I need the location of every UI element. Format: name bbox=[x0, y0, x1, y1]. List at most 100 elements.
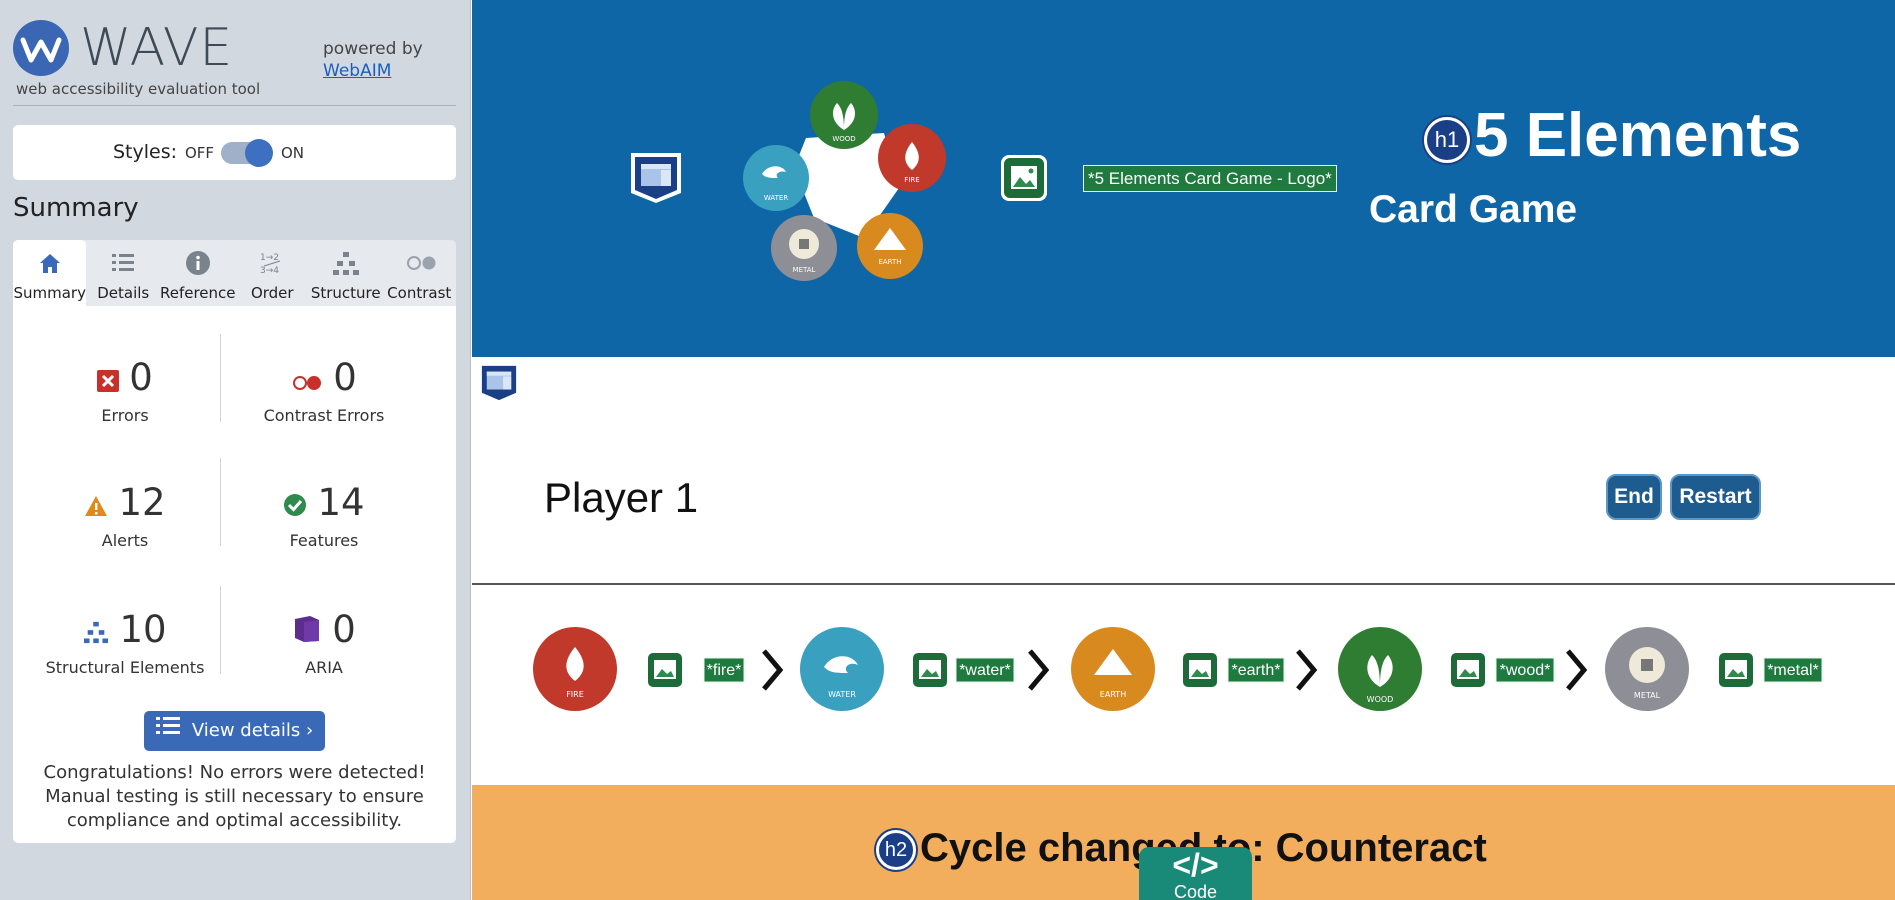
divider bbox=[13, 105, 456, 106]
wood-label: WOOD bbox=[832, 135, 855, 143]
powered-by-label: powered by bbox=[323, 39, 423, 59]
stat-features[interactable]: 14 Features bbox=[224, 481, 424, 550]
svg-text:3→4: 3→4 bbox=[260, 266, 279, 276]
fire-label: FIRE bbox=[566, 690, 584, 699]
fire-label: FIRE bbox=[904, 176, 919, 184]
wave-tagline: web accessibility evaluation tool bbox=[16, 80, 261, 98]
view-details-button[interactable]: View details › bbox=[144, 711, 325, 751]
page-title-text: 5 Elements bbox=[1474, 101, 1802, 170]
metal-alt-text: *metal* bbox=[1767, 662, 1819, 679]
wave-tabs: Summary Details Reference 1→2 3→4 Order S… bbox=[13, 240, 456, 306]
structural-count: 10 bbox=[119, 608, 167, 651]
contrast-errors-count: 0 bbox=[333, 356, 357, 399]
region-icon[interactable] bbox=[477, 360, 521, 406]
fire-alt-text: *fire* bbox=[707, 662, 742, 679]
h2-badge-icon[interactable]: h2 bbox=[876, 830, 916, 871]
aria-count: 0 bbox=[332, 608, 356, 651]
tab-label: Summary bbox=[13, 284, 86, 302]
divider bbox=[220, 586, 221, 674]
five-elements-logo: WOOD FIRE EARTH METAL WATER bbox=[743, 81, 946, 281]
features-label: Features bbox=[289, 530, 359, 550]
stat-structural[interactable]: 10 Structural Elements bbox=[25, 608, 225, 677]
cycle-item: WATER *water* bbox=[800, 627, 1050, 711]
list-icon bbox=[109, 250, 137, 276]
errors-label: Errors bbox=[101, 405, 149, 425]
styles-toggle-box: Styles: OFF ON bbox=[13, 125, 456, 180]
wood-label: WOOD bbox=[1367, 695, 1394, 704]
player-name: Player 1 bbox=[544, 474, 699, 521]
tab-summary[interactable]: Summary bbox=[13, 240, 87, 306]
earth-label: EARTH bbox=[1100, 690, 1126, 699]
aria-label: ARIA bbox=[305, 657, 343, 677]
stat-aria[interactable]: 0 ARIA bbox=[224, 608, 424, 677]
contrast-error-icon bbox=[291, 358, 323, 402]
wave-logo-icon bbox=[13, 20, 69, 76]
errors-count: 0 bbox=[129, 356, 153, 399]
metal-label: METAL bbox=[1634, 691, 1661, 700]
congrats-message: Congratulations! No errors were detected… bbox=[43, 762, 426, 831]
structure-icon bbox=[83, 610, 109, 654]
cycle-item: EARTH *earth* bbox=[1071, 627, 1318, 711]
stat-alerts[interactable]: 12 Alerts bbox=[25, 481, 225, 550]
view-details-label: View details › bbox=[191, 720, 314, 741]
end-button[interactable]: End bbox=[1606, 474, 1662, 520]
tab-details[interactable]: Details bbox=[86, 240, 159, 306]
contrast-errors-label: Contrast Errors bbox=[263, 405, 385, 425]
info-icon bbox=[184, 250, 212, 276]
header-banner: WOOD FIRE EARTH METAL WATER *5 Elements … bbox=[472, 0, 1895, 357]
earth-label: EARTH bbox=[878, 258, 901, 266]
code-icon: </> bbox=[1172, 847, 1219, 883]
summary-panel: 0 Errors 0 Contrast Errors 12 Alerts 14 … bbox=[13, 306, 456, 843]
tab-label: Details bbox=[97, 284, 150, 302]
features-count: 14 bbox=[317, 481, 365, 524]
webaim-link[interactable]: WebAIM bbox=[323, 60, 423, 82]
order-icon: 1→2 3→4 bbox=[258, 250, 286, 276]
wave-brand: WAVE bbox=[80, 18, 234, 78]
stat-errors[interactable]: 0 Errors bbox=[25, 356, 225, 425]
page-content: WOOD FIRE EARTH METAL WATER *5 Elements … bbox=[472, 0, 1895, 900]
water-label: WATER bbox=[764, 194, 788, 202]
styles-off-label: OFF bbox=[185, 144, 215, 162]
structure-icon bbox=[332, 250, 360, 276]
image-alt-icon[interactable] bbox=[1000, 154, 1048, 202]
h1-badge-icon[interactable]: h1 bbox=[1424, 116, 1470, 163]
page-subtitle: Card Game bbox=[1369, 188, 1578, 231]
styles-label: Styles: bbox=[113, 141, 178, 163]
list-icon bbox=[155, 711, 180, 751]
region-icon[interactable] bbox=[629, 151, 683, 205]
logo-alt-text: *5 Elements Card Game - Logo* bbox=[1083, 165, 1337, 192]
wood-alt-text: *wood* bbox=[1500, 662, 1551, 679]
contrast-icon bbox=[405, 250, 436, 276]
code-toggle-button[interactable]: </> Code bbox=[1139, 847, 1252, 900]
divider bbox=[220, 334, 221, 422]
restart-button[interactable]: Restart bbox=[1670, 474, 1761, 520]
cycle-item: METAL *metal* bbox=[1605, 627, 1823, 711]
tab-label: Order bbox=[250, 284, 294, 302]
page-title: h1 5 Elements bbox=[1424, 100, 1801, 171]
alerts-count: 12 bbox=[118, 481, 166, 524]
feature-check-icon bbox=[283, 483, 307, 527]
toggle-knob bbox=[245, 139, 273, 167]
divider bbox=[220, 458, 221, 546]
water-alt-text: *water* bbox=[959, 662, 1011, 679]
svg-text:1→2: 1→2 bbox=[260, 253, 279, 263]
code-label: Code bbox=[1173, 882, 1218, 900]
stat-contrast-errors[interactable]: 0 Contrast Errors bbox=[224, 356, 424, 425]
tab-order[interactable]: 1→2 3→4 Order bbox=[236, 240, 309, 306]
cycle-item: FIRE *fire* bbox=[533, 627, 784, 711]
tab-label: Reference bbox=[159, 284, 236, 302]
tab-reference[interactable]: Reference bbox=[160, 240, 236, 306]
section-divider bbox=[472, 583, 1895, 585]
aria-icon bbox=[292, 610, 322, 654]
cycle-item: WOOD *wood* bbox=[1338, 627, 1588, 711]
water-label: WATER bbox=[828, 690, 856, 699]
error-icon bbox=[97, 358, 120, 402]
styles-toggle[interactable] bbox=[221, 139, 273, 167]
tab-contrast[interactable]: Contrast bbox=[382, 240, 455, 306]
home-icon bbox=[36, 250, 64, 276]
tab-label: Contrast bbox=[387, 284, 452, 302]
alert-icon bbox=[84, 483, 108, 527]
metal-label: METAL bbox=[793, 266, 816, 274]
tab-structure[interactable]: Structure bbox=[309, 240, 382, 306]
alerts-label: Alerts bbox=[101, 530, 149, 550]
